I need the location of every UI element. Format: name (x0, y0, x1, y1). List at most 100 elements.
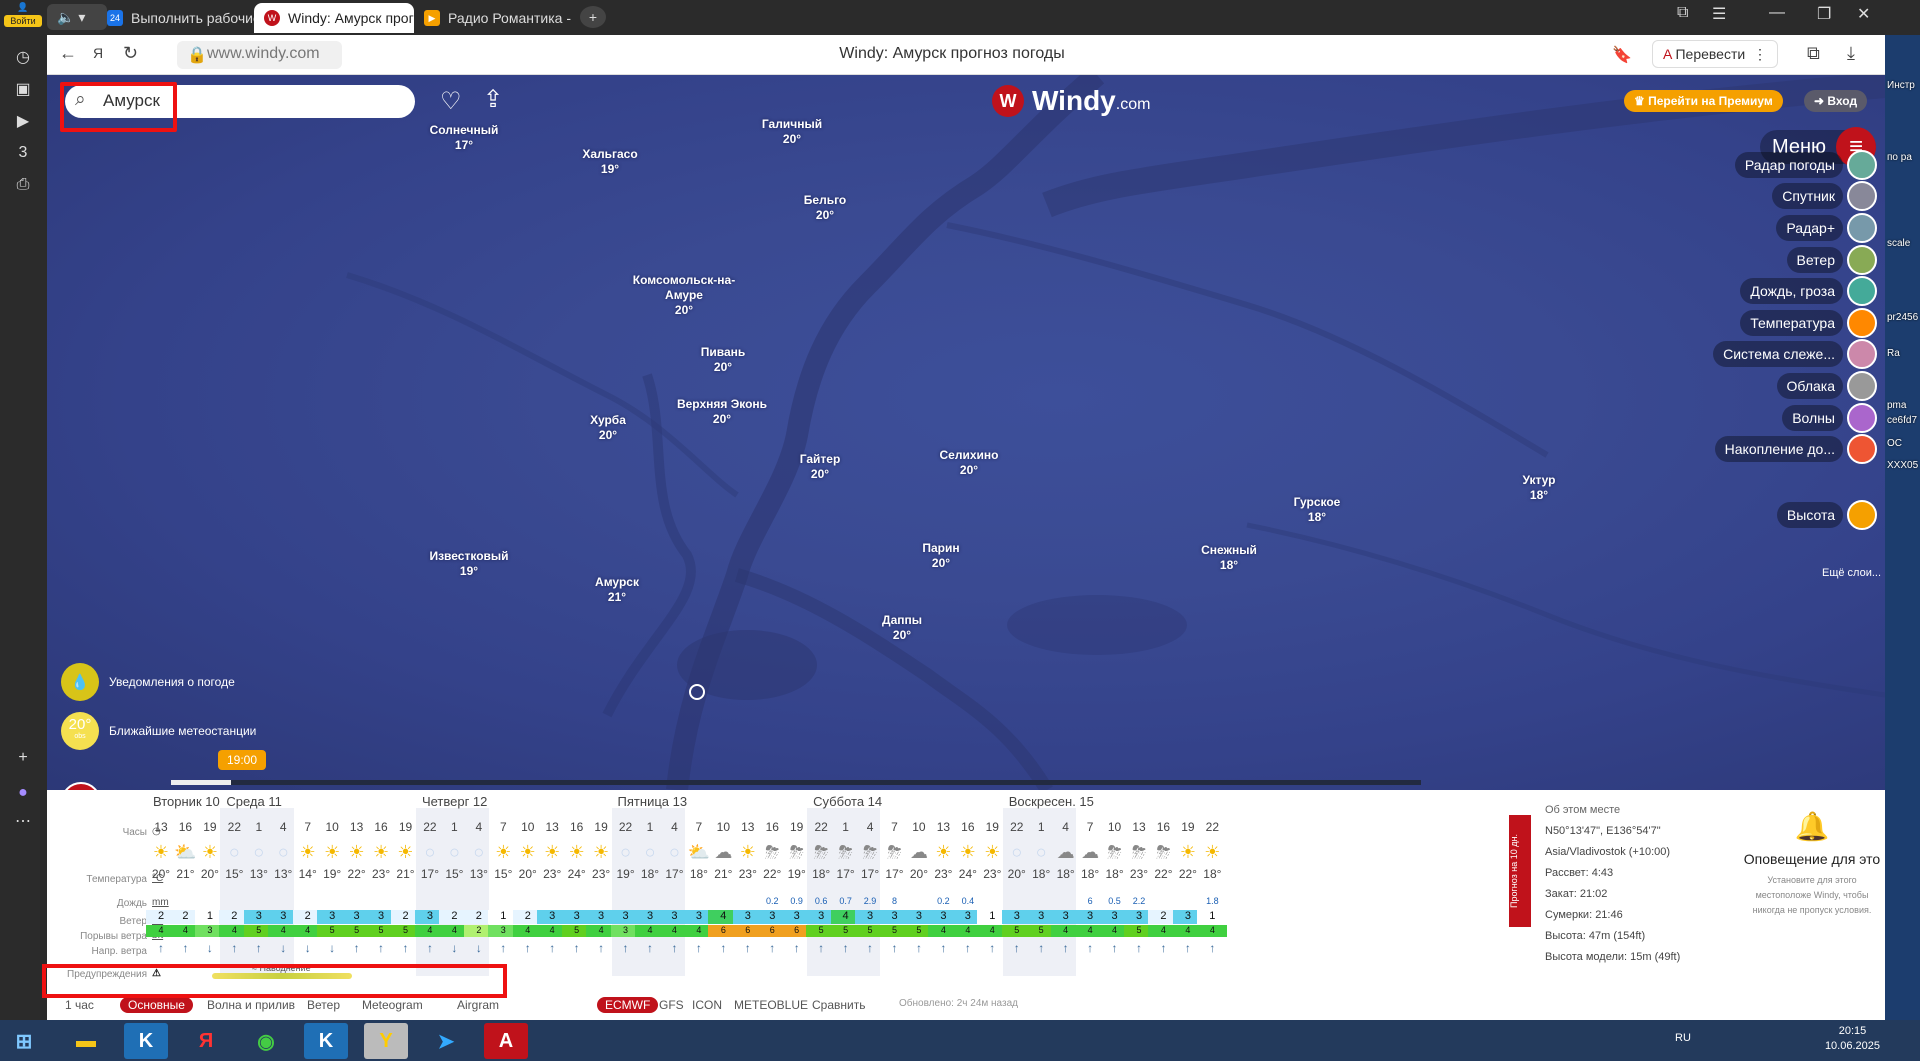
tab-3[interactable]: ▶Радио Романтика - о× (414, 3, 574, 33)
layer-4[interactable]: Дождь, гроза (1740, 276, 1877, 306)
model-gfs[interactable]: GFS (659, 998, 684, 1012)
yandex-icon[interactable]: Я (184, 1023, 228, 1059)
city-label[interactable]: Парин 20° (922, 541, 959, 571)
extensions-icon[interactable]: ⧉ (1807, 43, 1820, 64)
tab-1hour[interactable]: 1 час (65, 998, 94, 1012)
city-label[interactable]: Даппы 20° (882, 613, 922, 643)
weather-map[interactable]: Солнечный 17° Хальгасо 19° Галичный 20° Бельго… (47, 75, 1885, 790)
restore-icon[interactable]: ❐ (1817, 4, 1831, 24)
layer-8[interactable]: Волны (1782, 403, 1877, 433)
explorer-icon[interactable]: ▬ (64, 1023, 108, 1059)
city-label[interactable]: Известковый 19° (429, 549, 508, 579)
login-button[interactable]: Войти (4, 15, 42, 27)
desktop-item[interactable]: Ra (1887, 348, 1900, 360)
city-label[interactable]: Гурское 18° (1294, 495, 1341, 525)
city-label[interactable]: Галичный 20° (762, 117, 822, 147)
app-k-icon[interactable]: K (124, 1023, 168, 1059)
more-layers-link[interactable]: Ещё слои... (1822, 567, 1881, 579)
layer-7[interactable]: Облака (1776, 371, 1877, 401)
new-tab-button[interactable]: + (580, 6, 606, 28)
tab-meteogram[interactable]: Meteogram (362, 998, 423, 1012)
layer-2[interactable]: Радар+ (1776, 213, 1877, 243)
clock[interactable]: 20:15 10.06.2025 (1825, 1024, 1880, 1054)
city-label[interactable]: Снежный 18° (1201, 543, 1257, 573)
telegram-icon[interactable]: ➤ (424, 1023, 468, 1059)
city-label[interactable]: Пивань 20° (701, 345, 746, 375)
start-icon[interactable]: ⊞ (2, 1023, 46, 1059)
city-label[interactable]: Амурск 21° (595, 575, 639, 605)
screenshot-icon[interactable]: ⎙ (10, 172, 36, 198)
desktop-item[interactable]: ce6fd7 (1887, 415, 1917, 427)
rain-unit[interactable]: mm (152, 897, 169, 908)
layer-label: Облака (1776, 373, 1843, 399)
video-icon[interactable]: ▶ (10, 108, 36, 134)
clock-time: 20:15 (1838, 1025, 1867, 1037)
windy-logo[interactable]: W Windy .com (992, 85, 1150, 117)
bookmarks-icon[interactable]: ⧉ (1677, 4, 1688, 22)
premium-button[interactable]: ♛ Перейти на Премиум (1624, 90, 1783, 112)
city-label[interactable]: Бельго 20° (804, 193, 846, 223)
menu-icon[interactable]: ☰ (1712, 4, 1726, 24)
city-label[interactable]: Гайтер 20° (800, 452, 841, 482)
layer-3[interactable]: Ветер (1786, 245, 1877, 275)
layer-6[interactable]: Система слеже... (1713, 339, 1877, 369)
layer-5[interactable]: Температура (1740, 308, 1877, 338)
bookmark-icon[interactable]: 🔖 (1612, 45, 1632, 65)
login-button[interactable]: ➜ Вход (1804, 90, 1868, 112)
desktop-item[interactable]: XXX05 (1887, 460, 1918, 472)
tab-2[interactable]: WWindy: Амурск прогноз× (254, 3, 414, 33)
three-icon[interactable]: 3 (10, 140, 36, 166)
chrome-icon[interactable]: ◉ (244, 1023, 288, 1059)
nearest-stations-button[interactable]: 20° obs Ближайшие метеостанции (61, 712, 256, 750)
city-label[interactable]: Уктур 18° (1522, 473, 1555, 503)
city-name: Гайтер (799, 452, 841, 466)
city-label[interactable]: Верхняя Эконь 20° (677, 397, 767, 427)
history-icon[interactable]: ◷ (10, 44, 36, 70)
app-k2-icon[interactable]: K (304, 1023, 348, 1059)
add-icon[interactable]: + (10, 745, 36, 771)
desktop-item[interactable]: ОС (1887, 438, 1902, 450)
alice-icon[interactable]: ● (10, 780, 36, 806)
weather-notifications-button[interactable]: 💧 Уведомления о погоде (61, 663, 235, 701)
more-icon[interactable]: ⋯ (10, 808, 36, 834)
city-label[interactable]: Хурба 20° (590, 413, 626, 443)
city-label[interactable]: Солнечный 17° (430, 123, 499, 153)
close-window-icon[interactable]: ✕ (1857, 4, 1870, 24)
translate-button[interactable]: A Перевести ⋮ (1652, 40, 1778, 68)
model-icon[interactable]: ICON (692, 998, 722, 1012)
collections-icon[interactable]: ▣ (10, 76, 36, 102)
layer-1[interactable]: Спутник (1772, 181, 1877, 211)
desktop-item[interactable]: pma (1887, 400, 1906, 412)
share-icon[interactable]: ⇪ (483, 85, 503, 114)
heart-icon[interactable]: ♡ (440, 87, 462, 116)
login-widget[interactable]: 👤 Войти (4, 2, 42, 32)
model-ecmwf[interactable]: ECMWF (597, 997, 659, 1013)
desktop-item[interactable]: scale (1887, 238, 1910, 250)
desktop-item[interactable]: Инстр (1887, 80, 1915, 92)
tab-airgram[interactable]: Airgram (457, 998, 499, 1012)
language-indicator[interactable]: RU (1675, 1032, 1691, 1044)
layer-9[interactable]: Накопление до... (1714, 434, 1877, 464)
tab-waves[interactable]: Волна и прилив (207, 998, 295, 1012)
tab-wind[interactable]: Ветер (307, 998, 340, 1012)
desktop-item[interactable]: по ра (1887, 152, 1912, 164)
notify-title: Оповещение для это (1743, 851, 1881, 867)
minimize-icon[interactable]: — (1769, 4, 1785, 22)
time-badge[interactable]: 19:00 (218, 750, 266, 770)
tab-basic[interactable]: Основные (120, 997, 193, 1013)
place-notification[interactable]: 🔔 Оповещение для это Установите для этог… (1742, 810, 1882, 918)
model-meteoblue[interactable]: METEOBLUE (734, 998, 808, 1012)
desktop-item[interactable]: pr2456 (1887, 312, 1918, 324)
city-name-2: Амуре (665, 288, 703, 302)
city-label[interactable]: Селихино 20° (940, 448, 999, 478)
yandex-browser-icon[interactable]: Y (364, 1023, 408, 1059)
timeline-bar[interactable] (171, 780, 1421, 785)
acrobat-icon[interactable]: A (484, 1023, 528, 1059)
download-icon[interactable]: ⤓ (1847, 43, 1855, 64)
layer-0[interactable]: Радар погоды (1734, 150, 1877, 180)
layer-10[interactable]: Высота (1776, 500, 1877, 530)
city-label[interactable]: Хальгасо 19° (582, 147, 637, 177)
temp-cell: 18° (1203, 867, 1222, 881)
city-label[interactable]: Комсомольск-на- Амуре 20° (633, 273, 735, 318)
compare-button[interactable]: Сравнить (812, 998, 865, 1012)
